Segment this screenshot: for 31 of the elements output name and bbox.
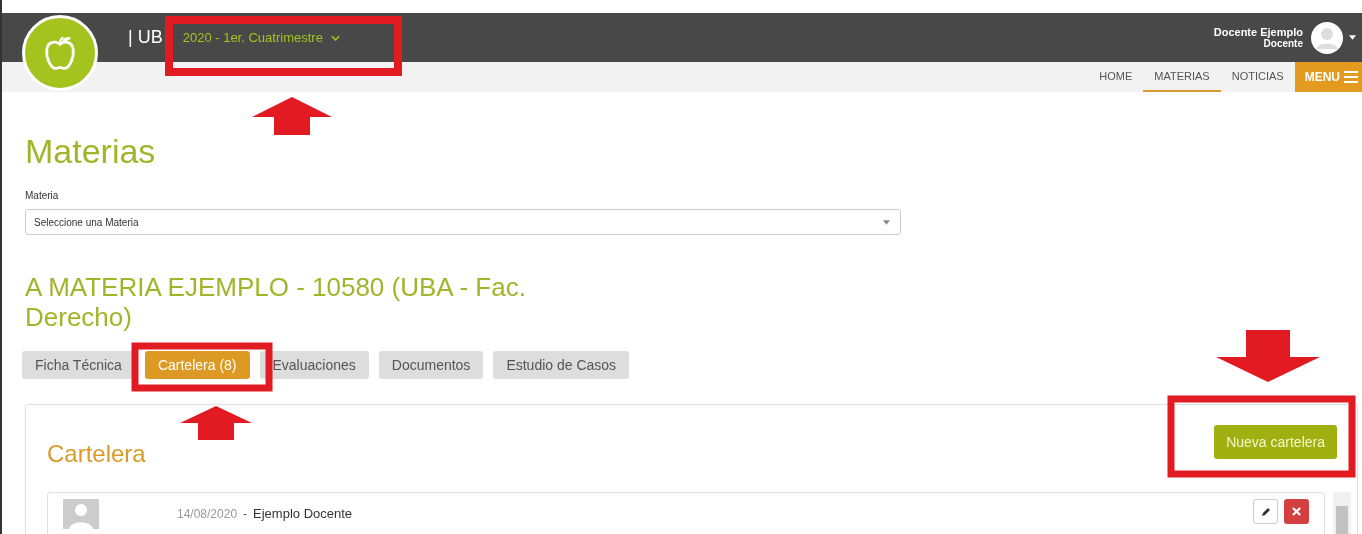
post-author: Ejemplo Docente: [253, 506, 353, 521]
up-arrow: [180, 406, 252, 440]
user-name: Docente Ejemplo: [1213, 26, 1303, 38]
page-title: Materias: [25, 131, 157, 171]
nav-link[interactable]: NOTICIAS: [1220, 62, 1295, 92]
avatar-icon: [63, 499, 99, 529]
menu-icon: [1344, 71, 1358, 83]
pencil-icon: [1260, 506, 1271, 517]
user-role: Docente: [1263, 38, 1303, 49]
period-dropdown[interactable]: 2020 - 1er. Cuatrimestre: [182, 30, 340, 45]
panel-title: Cartelera: [47, 440, 146, 468]
post-date: 14/08/2020: [177, 507, 238, 521]
tab[interactable]: Documentos: [378, 351, 484, 379]
scrollbar[interactable]: [1333, 492, 1351, 534]
nav-link[interactable]: HOME: [1088, 62, 1144, 92]
materia-select[interactable]: Seleccione una Materia: [25, 209, 901, 235]
caret-icon[interactable]: [1349, 35, 1356, 40]
edit-button[interactable]: [1253, 499, 1278, 524]
separator: -: [243, 507, 248, 521]
brand-name: | UB: [128, 27, 163, 48]
chevron-down-icon: [330, 34, 340, 41]
nav-link[interactable]: MATERIAS: [1143, 62, 1221, 92]
user-avatar-icon[interactable]: [1311, 21, 1343, 54]
course-title: A MATERIA EJEMPLO - 10580 (UBA - Fac. Derecho): [25, 272, 527, 332]
close-icon: [1292, 507, 1301, 516]
tab[interactable]: Estudio de Casos: [493, 351, 630, 379]
caret-icon: [883, 219, 890, 225]
tab[interactable]: Evaluaciones: [259, 351, 369, 379]
field-label: Materia: [25, 190, 60, 202]
delete-button[interactable]: [1284, 499, 1309, 524]
tab[interactable]: Ficha Técnica: [22, 351, 135, 379]
